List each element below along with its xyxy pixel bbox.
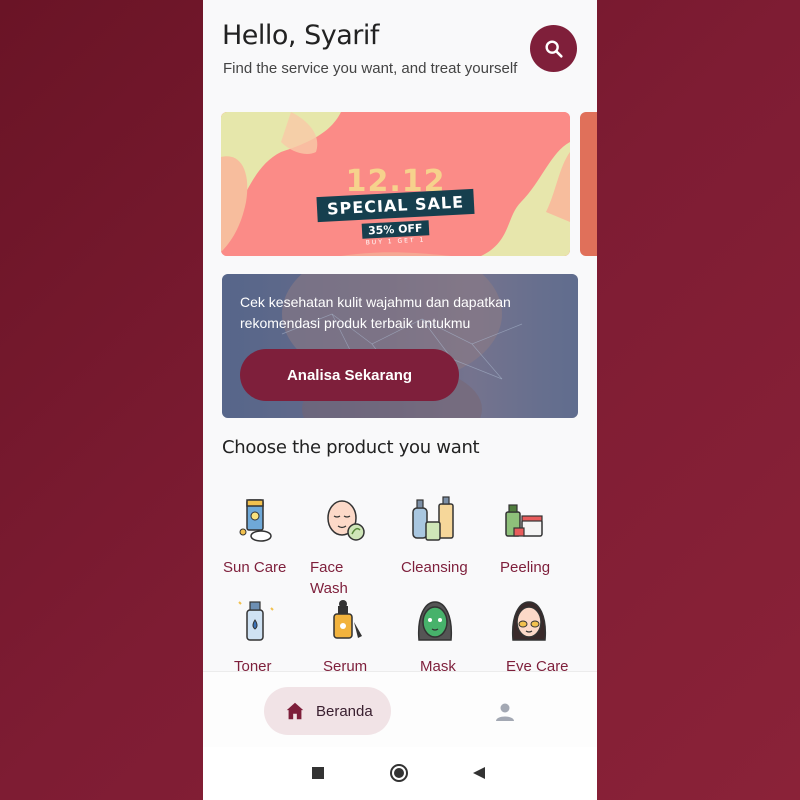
sunscreen-icon <box>239 499 272 542</box>
peeling-products-icon <box>505 504 543 537</box>
promo-banner[interactable]: 12.12 SPECIAL SALE 35% OFF BUY 1 GET 1 <box>221 112 570 256</box>
product-section-title: Choose the product you want <box>222 437 480 458</box>
search-button[interactable] <box>530 25 577 72</box>
category-peeling[interactable]: Peeling <box>500 493 590 593</box>
category-face-wash[interactable]: Face Wash <box>310 493 400 597</box>
recent-apps-icon[interactable] <box>311 766 325 780</box>
profile-icon[interactable] <box>493 700 517 724</box>
category-toner[interactable]: Toner <box>223 593 313 675</box>
back-triangle-icon[interactable] <box>472 766 486 780</box>
skin-analysis-card: Cek kesehatan kulit wajahmu dan dapatkan… <box>222 274 578 418</box>
nav-home-tab[interactable]: Beranda <box>264 687 391 735</box>
category-eye-care[interactable]: Eye Care <box>495 593 585 675</box>
analyze-now-button[interactable]: Analisa Sekarang <box>240 349 459 401</box>
bottom-navigation: Beranda <box>203 671 597 748</box>
category-mask[interactable]: Mask <box>401 593 491 675</box>
serum-dropper-icon <box>333 600 362 639</box>
promo-banner-next[interactable] <box>580 112 597 256</box>
cleansing-bottles-icon <box>412 496 454 541</box>
category-label: Cleansing <box>401 559 468 576</box>
category-cleansing[interactable]: Cleansing <box>401 493 491 593</box>
eye-patch-icon <box>511 601 547 641</box>
search-icon <box>544 39 563 58</box>
category-serum[interactable]: Serum <box>310 593 400 675</box>
app-screen: Hello, Syarif Find the service you want,… <box>203 0 597 800</box>
system-navigation-bar <box>203 747 597 800</box>
skin-analysis-text: Cek kesehatan kulit wajahmu dan dapatkan… <box>240 294 511 331</box>
category-sun-care[interactable]: Sun Care <box>223 493 313 593</box>
category-label: Peeling <box>500 559 551 576</box>
category-label: Sun Care <box>223 559 287 576</box>
greeting-subtitle: Find the service you want, and treat you… <box>223 60 518 77</box>
face-mask-icon <box>417 601 453 641</box>
home-circle-icon[interactable] <box>389 763 409 783</box>
greeting-title: Hello, Syarif <box>222 20 379 51</box>
toner-bottle-icon <box>238 601 274 641</box>
nav-home-label: Beranda <box>316 702 373 720</box>
home-icon <box>286 702 304 720</box>
sale-badge: 12.12 SPECIAL SALE 35% OFF BUY 1 GET 1 <box>316 164 475 247</box>
face-wash-icon <box>327 500 365 541</box>
